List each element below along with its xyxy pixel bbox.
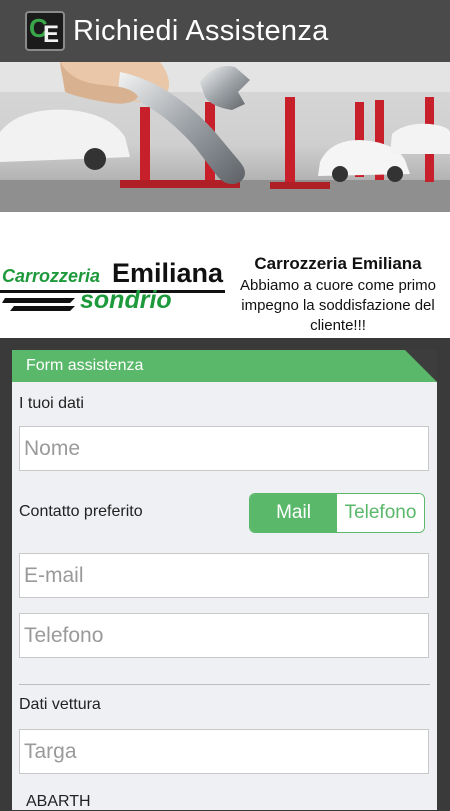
contact-preference-toggle[interactable]: Mail Telefono <box>249 493 425 533</box>
plate-field[interactable]: Targa <box>19 729 429 774</box>
app-logo-letter-e: E <box>43 21 60 48</box>
company-slogan: Abbiamo a cuore come primo impegno la so… <box>240 277 436 334</box>
contact-option-phone[interactable]: Telefono <box>337 494 424 532</box>
section-vehicle-label: Dati vettura <box>19 696 101 713</box>
name-placeholder: Nome <box>24 436 81 460</box>
contact-option-mail[interactable]: Mail <box>250 494 337 532</box>
form-header: Form assistenza <box>12 350 437 382</box>
garage-photo-illustration <box>0 62 450 212</box>
name-field[interactable]: Nome <box>19 426 429 471</box>
hero-image <box>0 62 450 212</box>
email-field[interactable]: E-mail <box>19 553 429 598</box>
form-title: Form assistenza <box>26 357 144 374</box>
brand-info: Carrozzeria Emiliana Abbiamo a cuore com… <box>228 254 448 336</box>
section-personal-label: I tuoi dati <box>19 395 84 412</box>
brand-banner: Carrozzeria Emiliana sondrio Carrozzeria… <box>0 212 450 338</box>
app-logo-icon[interactable]: C E <box>25 11 65 51</box>
action-bar: C E Richiedi Assistenza <box>0 0 450 62</box>
section-divider <box>19 684 430 685</box>
phone-placeholder: Telefono <box>24 623 104 647</box>
plate-placeholder: Targa <box>24 739 77 763</box>
email-placeholder: E-mail <box>24 563 84 587</box>
corner-fold-decoration <box>405 350 437 382</box>
assistance-form: Form assistenza I tuoi dati Nome Contatt… <box>12 350 437 810</box>
logo-word-carrozzeria: Carrozzeria <box>2 266 100 286</box>
brand-select-peek[interactable]: ABARTH <box>26 793 91 811</box>
carrozzeria-emiliana-logo: Carrozzeria Emiliana sondrio <box>0 258 225 314</box>
logo-word-sondrio: sondrio <box>80 286 172 314</box>
company-name: Carrozzeria Emiliana <box>254 254 422 273</box>
contact-preference-label: Contatto preferito <box>19 503 143 520</box>
phone-field[interactable]: Telefono <box>19 613 429 658</box>
page-title: Richiedi Assistenza <box>73 14 329 47</box>
logo-word-emiliana: Emiliana <box>112 258 224 288</box>
